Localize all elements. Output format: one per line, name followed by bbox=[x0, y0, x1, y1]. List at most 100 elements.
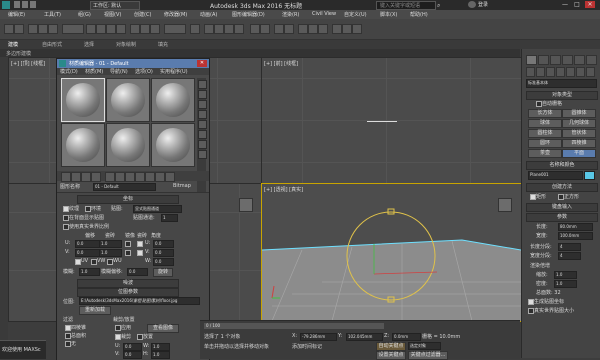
display-tab-icon[interactable] bbox=[574, 55, 585, 65]
blur-offset-field[interactable]: 0.0 bbox=[127, 268, 148, 276]
shapes-icon[interactable] bbox=[536, 67, 545, 77]
uv-tiling-icon[interactable] bbox=[198, 110, 207, 119]
tube-button[interactable]: 管状体 bbox=[562, 129, 596, 138]
reload-button[interactable]: 重新加载 bbox=[79, 306, 111, 315]
curve-editor-icon[interactable] bbox=[298, 24, 308, 34]
put-to-library-icon[interactable] bbox=[115, 172, 125, 182]
reference-coord-dropdown[interactable] bbox=[164, 24, 186, 34]
v-tiling-field[interactable]: 1.0 bbox=[99, 249, 122, 257]
pyramid-button[interactable]: 四棱锥 bbox=[562, 139, 596, 148]
geosphere-button[interactable]: 几何球体 bbox=[562, 119, 596, 128]
pivot-icon[interactable] bbox=[190, 24, 200, 34]
workspace-dropdown[interactable]: 工作区: 默认 bbox=[90, 1, 140, 10]
get-material-icon[interactable] bbox=[61, 172, 71, 182]
primitive-type-dropdown[interactable]: 标准基本体 bbox=[526, 79, 597, 88]
select-by-material-icon[interactable] bbox=[198, 150, 207, 159]
menu-edit[interactable]: 编辑(E) bbox=[8, 11, 25, 18]
keyboard-entry-rollout[interactable]: 键盘输入 bbox=[526, 203, 598, 212]
utilities-tab-icon[interactable] bbox=[586, 55, 597, 65]
auto-key-button[interactable]: 自动关键点 bbox=[376, 342, 406, 351]
box-button[interactable]: 长方体 bbox=[528, 109, 562, 118]
link-icon[interactable] bbox=[28, 24, 38, 34]
teapot-button[interactable]: 茶壶 bbox=[528, 149, 562, 158]
make-preview-icon[interactable] bbox=[198, 130, 207, 139]
new-icon[interactable] bbox=[14, 1, 20, 8]
menu-animation[interactable]: 动画(A) bbox=[200, 11, 217, 18]
show-shaded-icon[interactable] bbox=[135, 172, 145, 182]
viewcube-icon[interactable] bbox=[498, 198, 512, 212]
systems-icon[interactable] bbox=[586, 67, 595, 77]
tab-modeling[interactable]: 建模 bbox=[8, 41, 18, 48]
close-button[interactable]: ✕ bbox=[585, 1, 595, 8]
selection-filter-dropdown[interactable] bbox=[62, 24, 84, 34]
x-coord-field[interactable]: -79.286mm bbox=[300, 333, 337, 341]
percent-snap-icon[interactable] bbox=[224, 24, 234, 34]
tab-object-paint[interactable]: 对象绘制 bbox=[116, 41, 136, 48]
crop-u-field[interactable]: 0.0 bbox=[123, 343, 142, 351]
bitmap-path-button[interactable]: E:\Autodesk\3dsMax2016\课程\贴图\素材\floor.jp… bbox=[79, 297, 200, 305]
select-object-icon[interactable] bbox=[86, 24, 96, 34]
modify-tab-icon[interactable] bbox=[538, 55, 549, 65]
background-icon[interactable] bbox=[198, 100, 207, 109]
bitmap-params-rollout[interactable]: 位图参数 bbox=[77, 288, 179, 297]
schematic-view-icon[interactable] bbox=[308, 24, 318, 34]
app-logo-icon[interactable] bbox=[2, 1, 10, 9]
sample-slot-5[interactable] bbox=[106, 123, 150, 167]
assign-to-selection-icon[interactable] bbox=[81, 172, 91, 182]
redo-icon[interactable] bbox=[14, 24, 24, 34]
create-tab-icon[interactable] bbox=[526, 55, 537, 65]
sample-slot-2[interactable] bbox=[106, 78, 150, 122]
cylinder-button[interactable]: 圆柱体 bbox=[528, 129, 562, 138]
menu-navigation[interactable]: 导航(N) bbox=[110, 68, 128, 75]
polygon-modeling-label[interactable]: 多边形建模 bbox=[6, 50, 31, 57]
viewport-perspective[interactable]: [+] [透视] [真实] bbox=[261, 183, 522, 322]
rect-selection-icon[interactable] bbox=[106, 24, 116, 34]
menu-group[interactable]: 组(G) bbox=[78, 11, 91, 18]
layer-manager-icon[interactable] bbox=[274, 24, 284, 34]
object-color-swatch[interactable] bbox=[584, 171, 595, 180]
rendered-frame-icon[interactable] bbox=[342, 24, 352, 34]
length-field[interactable]: 80.0mm bbox=[558, 223, 593, 231]
sample-type-icon[interactable] bbox=[198, 80, 207, 89]
material-editor-icon[interactable] bbox=[318, 24, 328, 34]
viewport-label-perspective[interactable]: [+] [透视] [真实] bbox=[264, 186, 303, 193]
menu-tools[interactable]: 工具(T) bbox=[44, 11, 61, 18]
sample-slot-6[interactable] bbox=[151, 123, 195, 167]
mirror-icon[interactable] bbox=[250, 24, 260, 34]
render-setup-icon[interactable] bbox=[332, 24, 342, 34]
render-teapot-icon[interactable] bbox=[352, 24, 362, 34]
menu-create[interactable]: 创建(C) bbox=[134, 11, 151, 18]
tab-selection[interactable]: 选择 bbox=[84, 41, 94, 48]
maxscript-mini-listener[interactable]: 欢迎使用 MAXSc bbox=[0, 340, 46, 359]
object-name-field[interactable]: Plane001 bbox=[528, 171, 583, 180]
lights-icon[interactable] bbox=[546, 67, 555, 77]
tab-populate[interactable]: 填充 bbox=[158, 41, 168, 48]
menu-customize[interactable]: 自定义(U) bbox=[344, 11, 367, 18]
width-field[interactable]: 100.0mm bbox=[558, 232, 593, 240]
torus-button[interactable]: 圆环 bbox=[528, 139, 562, 148]
menu-rendering[interactable]: 渲染(R) bbox=[282, 11, 299, 18]
object-type-rollout[interactable]: 对象类型 bbox=[526, 91, 598, 100]
mapping-dropdown[interactable]: 显式贴图通道 bbox=[133, 205, 182, 213]
graphite-toggle-icon[interactable] bbox=[284, 24, 294, 34]
hierarchy-tab-icon[interactable] bbox=[550, 55, 561, 65]
options-icon[interactable] bbox=[198, 140, 207, 149]
u-angle-field[interactable]: 0.0 bbox=[153, 240, 174, 248]
name-color-rollout[interactable]: 名称和颜色 bbox=[526, 161, 598, 170]
backlight-icon[interactable] bbox=[198, 90, 207, 99]
view-image-button[interactable]: 查看图像 bbox=[147, 324, 179, 333]
align-icon[interactable] bbox=[260, 24, 270, 34]
plane-button[interactable]: 平面 bbox=[562, 149, 596, 158]
sample-slot-4[interactable] bbox=[61, 123, 105, 167]
add-time-tag-button[interactable]: 添加时间标记 bbox=[292, 343, 322, 350]
u-offset-field[interactable]: 0.0 bbox=[75, 240, 100, 248]
show-end-result-icon[interactable] bbox=[145, 172, 155, 182]
space-warps-icon[interactable] bbox=[576, 67, 585, 77]
scale-field[interactable]: 1.0 bbox=[554, 271, 577, 279]
geometry-icon[interactable] bbox=[526, 67, 535, 77]
menu-graph-editors[interactable]: 图形编辑器(D) bbox=[232, 11, 265, 18]
time-slider[interactable]: 0 / 100 bbox=[204, 323, 384, 329]
window-crossing-icon[interactable] bbox=[116, 24, 126, 34]
reset-map-icon[interactable] bbox=[91, 172, 101, 182]
blur-field[interactable]: 1.0 bbox=[79, 268, 100, 276]
